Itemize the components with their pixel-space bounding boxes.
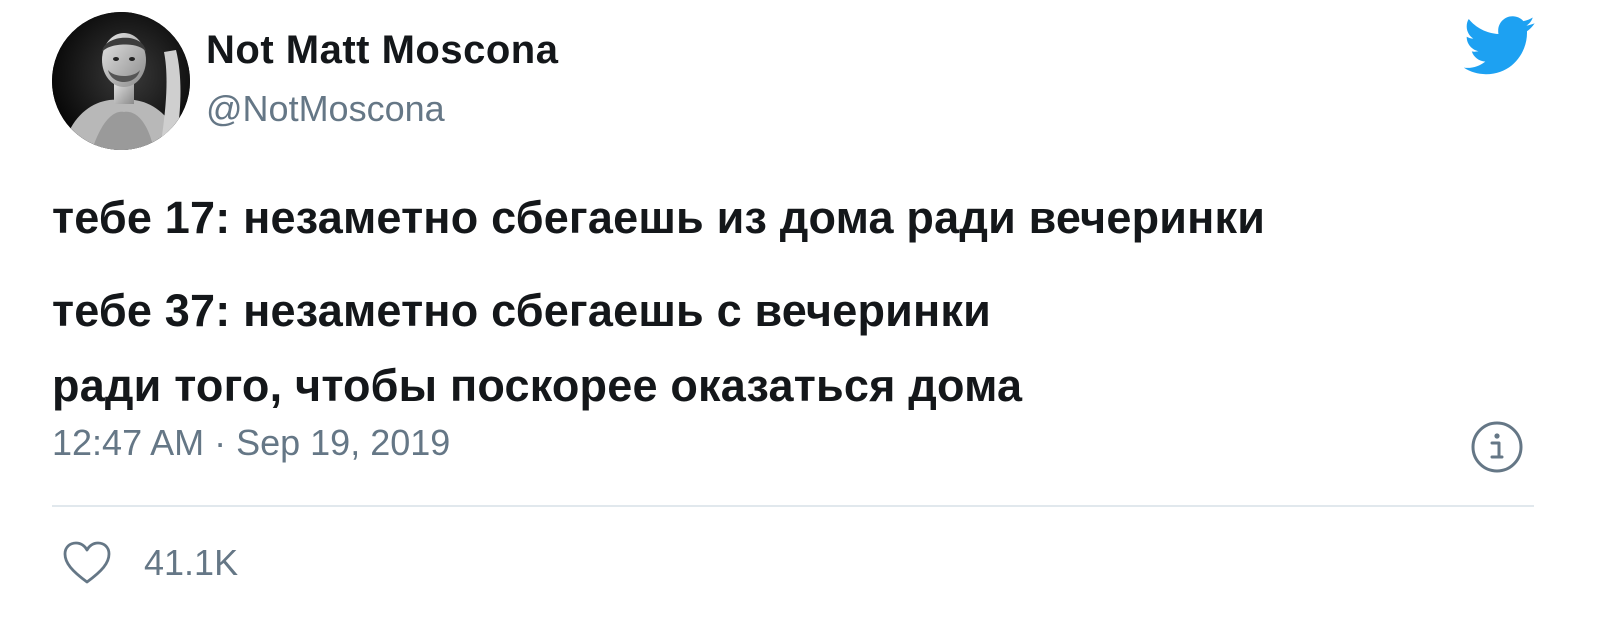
divider — [52, 505, 1534, 507]
user-handle[interactable]: @NotMoscona — [206, 88, 445, 130]
tweet-text-line-1: тебе 17: незаметно сбегаешь из дома ради… — [52, 192, 1266, 243]
heart-icon[interactable] — [62, 540, 112, 586]
twitter-bird-icon[interactable] — [1464, 16, 1536, 76]
tweet-text-line-2: тебе 37: незаметно сбегаешь с вечеринки — [52, 285, 991, 336]
info-icon[interactable] — [1470, 420, 1524, 474]
like-count: 41.1K — [144, 542, 239, 583]
tweet-text-line-3: ради того, чтобы поскорее оказаться дома — [52, 360, 1023, 411]
display-name[interactable]: Not Matt Moscona — [206, 28, 558, 73]
avatar[interactable] — [52, 12, 190, 150]
tweet-card: Not Matt Moscona @NotMoscona тебе 17: не… — [0, 0, 1600, 625]
tweet-timestamp[interactable]: 12:47 AM · Sep 19, 2019 — [52, 422, 450, 464]
